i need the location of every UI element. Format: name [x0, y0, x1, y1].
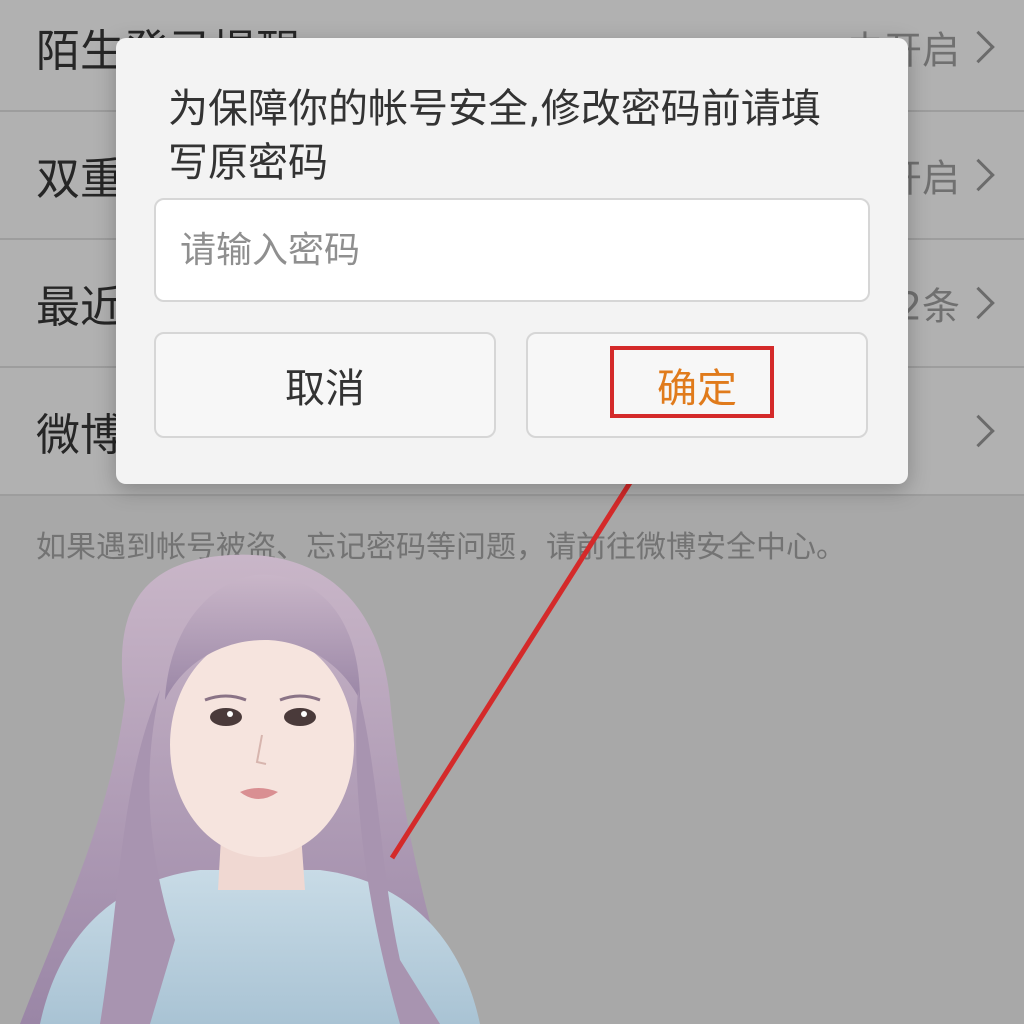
chevron-right-icon — [962, 30, 995, 64]
dialog-message: 为保障你的帐号安全,修改密码前请填写原密码 — [168, 86, 821, 186]
chevron-right-icon — [962, 158, 995, 192]
chevron-right-icon — [962, 414, 995, 448]
cancel-button[interactable]: 取消 — [154, 332, 496, 438]
confirm-highlight-box — [610, 346, 774, 418]
row-label: 微博 — [36, 410, 124, 461]
footer-note: 如果遇到帐号被盗、忘记密码等问题，请前往微博安全中心。 — [36, 530, 846, 565]
verify-password-dialog: 为保障你的帐号安全,修改密码前请填写原密码 取消 确定 — [116, 38, 908, 484]
password-input[interactable] — [154, 198, 870, 302]
screen: 陌生登录提醒 未开启 双重验证 未开启 最近登录记录 2条 微博 如果遇到帐号被… — [0, 0, 1024, 1024]
chevron-right-icon — [962, 286, 995, 320]
